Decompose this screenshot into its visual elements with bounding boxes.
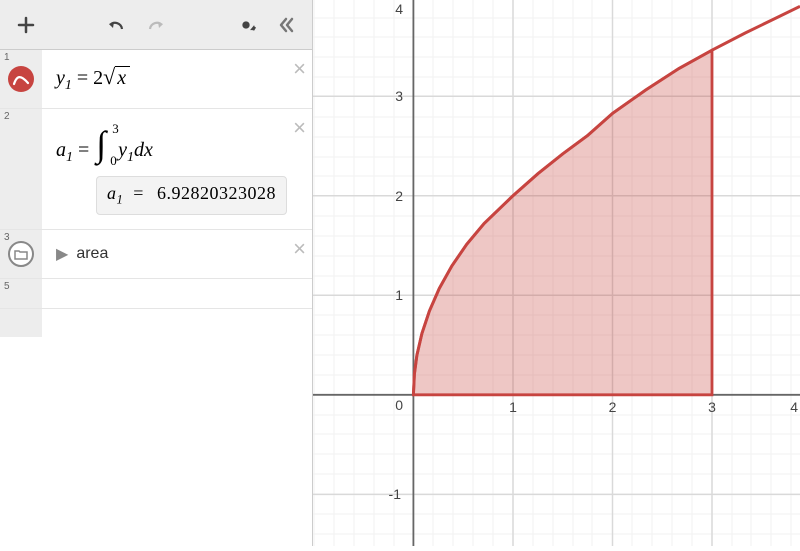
var-y: y [56, 67, 65, 89]
delete-row-button[interactable]: × [293, 236, 306, 262]
tick-y1: 1 [395, 287, 403, 303]
result-eq: = [133, 183, 144, 203]
tick-x1: 1 [509, 399, 517, 415]
row-gutter[interactable]: 1 [0, 50, 42, 108]
row-index: 3 [4, 232, 10, 243]
expand-folder-icon[interactable]: ▶ [56, 244, 68, 264]
settings-button[interactable] [226, 5, 266, 45]
delete-row-button[interactable]: × [293, 115, 306, 141]
row-index: 5 [4, 281, 10, 292]
coef: 2 [93, 67, 103, 89]
expression-content[interactable]: a1 = ∫ 3 0 y1dx a1 = 6.92820323028 × [42, 109, 312, 229]
integrand: y [118, 139, 127, 161]
folder-content[interactable]: ▶ area × [42, 230, 312, 278]
tick-y4: 4 [395, 1, 403, 17]
expression-row[interactable]: 1 y1 = 2√x × [0, 50, 312, 109]
dx: dx [134, 139, 153, 161]
var-a: a [56, 139, 66, 161]
toolbar [0, 0, 312, 50]
expression-row[interactable]: 2 a1 = ∫ 3 0 y1dx a1 = 6.92820323028 × [0, 109, 312, 230]
graph-area[interactable]: 0 1 2 3 4 1 2 3 4 -1 [313, 0, 800, 546]
tick-y2: 2 [395, 188, 403, 204]
row-index: 1 [4, 52, 10, 63]
expression-content[interactable] [42, 279, 312, 308]
shaded-integral-region [413, 50, 712, 395]
expression-content[interactable]: y1 = 2√x × [42, 50, 312, 108]
row-gutter[interactable]: 3 [0, 230, 42, 278]
expression-list: 1 y1 = 2√x × 2 a1 = ∫ 3 [0, 50, 312, 546]
integral-symbol: ∫ 3 0 [96, 123, 106, 165]
row-gutter[interactable]: 2 [0, 109, 42, 229]
folder-row[interactable]: 3 ▶ area × [0, 230, 312, 279]
collapse-panel-button[interactable] [266, 5, 306, 45]
expression-panel: 1 y1 = 2√x × 2 a1 = ∫ 3 [0, 0, 313, 546]
tick-yn1: -1 [389, 486, 402, 502]
result-value: 6.92820323028 [157, 183, 276, 203]
row-index: 2 [4, 111, 10, 122]
result-box: a1 = 6.92820323028 [96, 176, 287, 215]
redo-button[interactable] [136, 5, 176, 45]
function-color-icon[interactable] [8, 66, 34, 92]
row-gutter[interactable]: 5 [0, 279, 42, 308]
radicand: x [115, 66, 130, 89]
tick-x4: 4 [790, 399, 798, 415]
var-a-sub: 1 [66, 150, 73, 165]
folder-label: area [76, 245, 108, 263]
equals: = [77, 67, 88, 89]
graph-svg[interactable]: 0 1 2 3 4 1 2 3 4 -1 [313, 0, 800, 546]
undo-button[interactable] [96, 5, 136, 45]
delete-row-button[interactable]: × [293, 56, 306, 82]
integrand-sub: 1 [127, 150, 134, 165]
int-lower: 0 [110, 153, 117, 169]
result-sub: 1 [117, 193, 124, 207]
add-expression-button[interactable] [6, 5, 46, 45]
tick-0: 0 [395, 397, 403, 413]
tick-y3: 3 [395, 88, 403, 104]
int-upper: 3 [112, 121, 119, 137]
folder-icon[interactable] [8, 241, 34, 267]
expression-row-empty[interactable]: 5 [0, 279, 312, 309]
tick-x2: 2 [609, 399, 617, 415]
equals: = [78, 139, 89, 161]
tick-x3: 3 [708, 399, 716, 415]
result-lhs: a [107, 183, 117, 203]
var-y-sub: 1 [65, 78, 72, 93]
